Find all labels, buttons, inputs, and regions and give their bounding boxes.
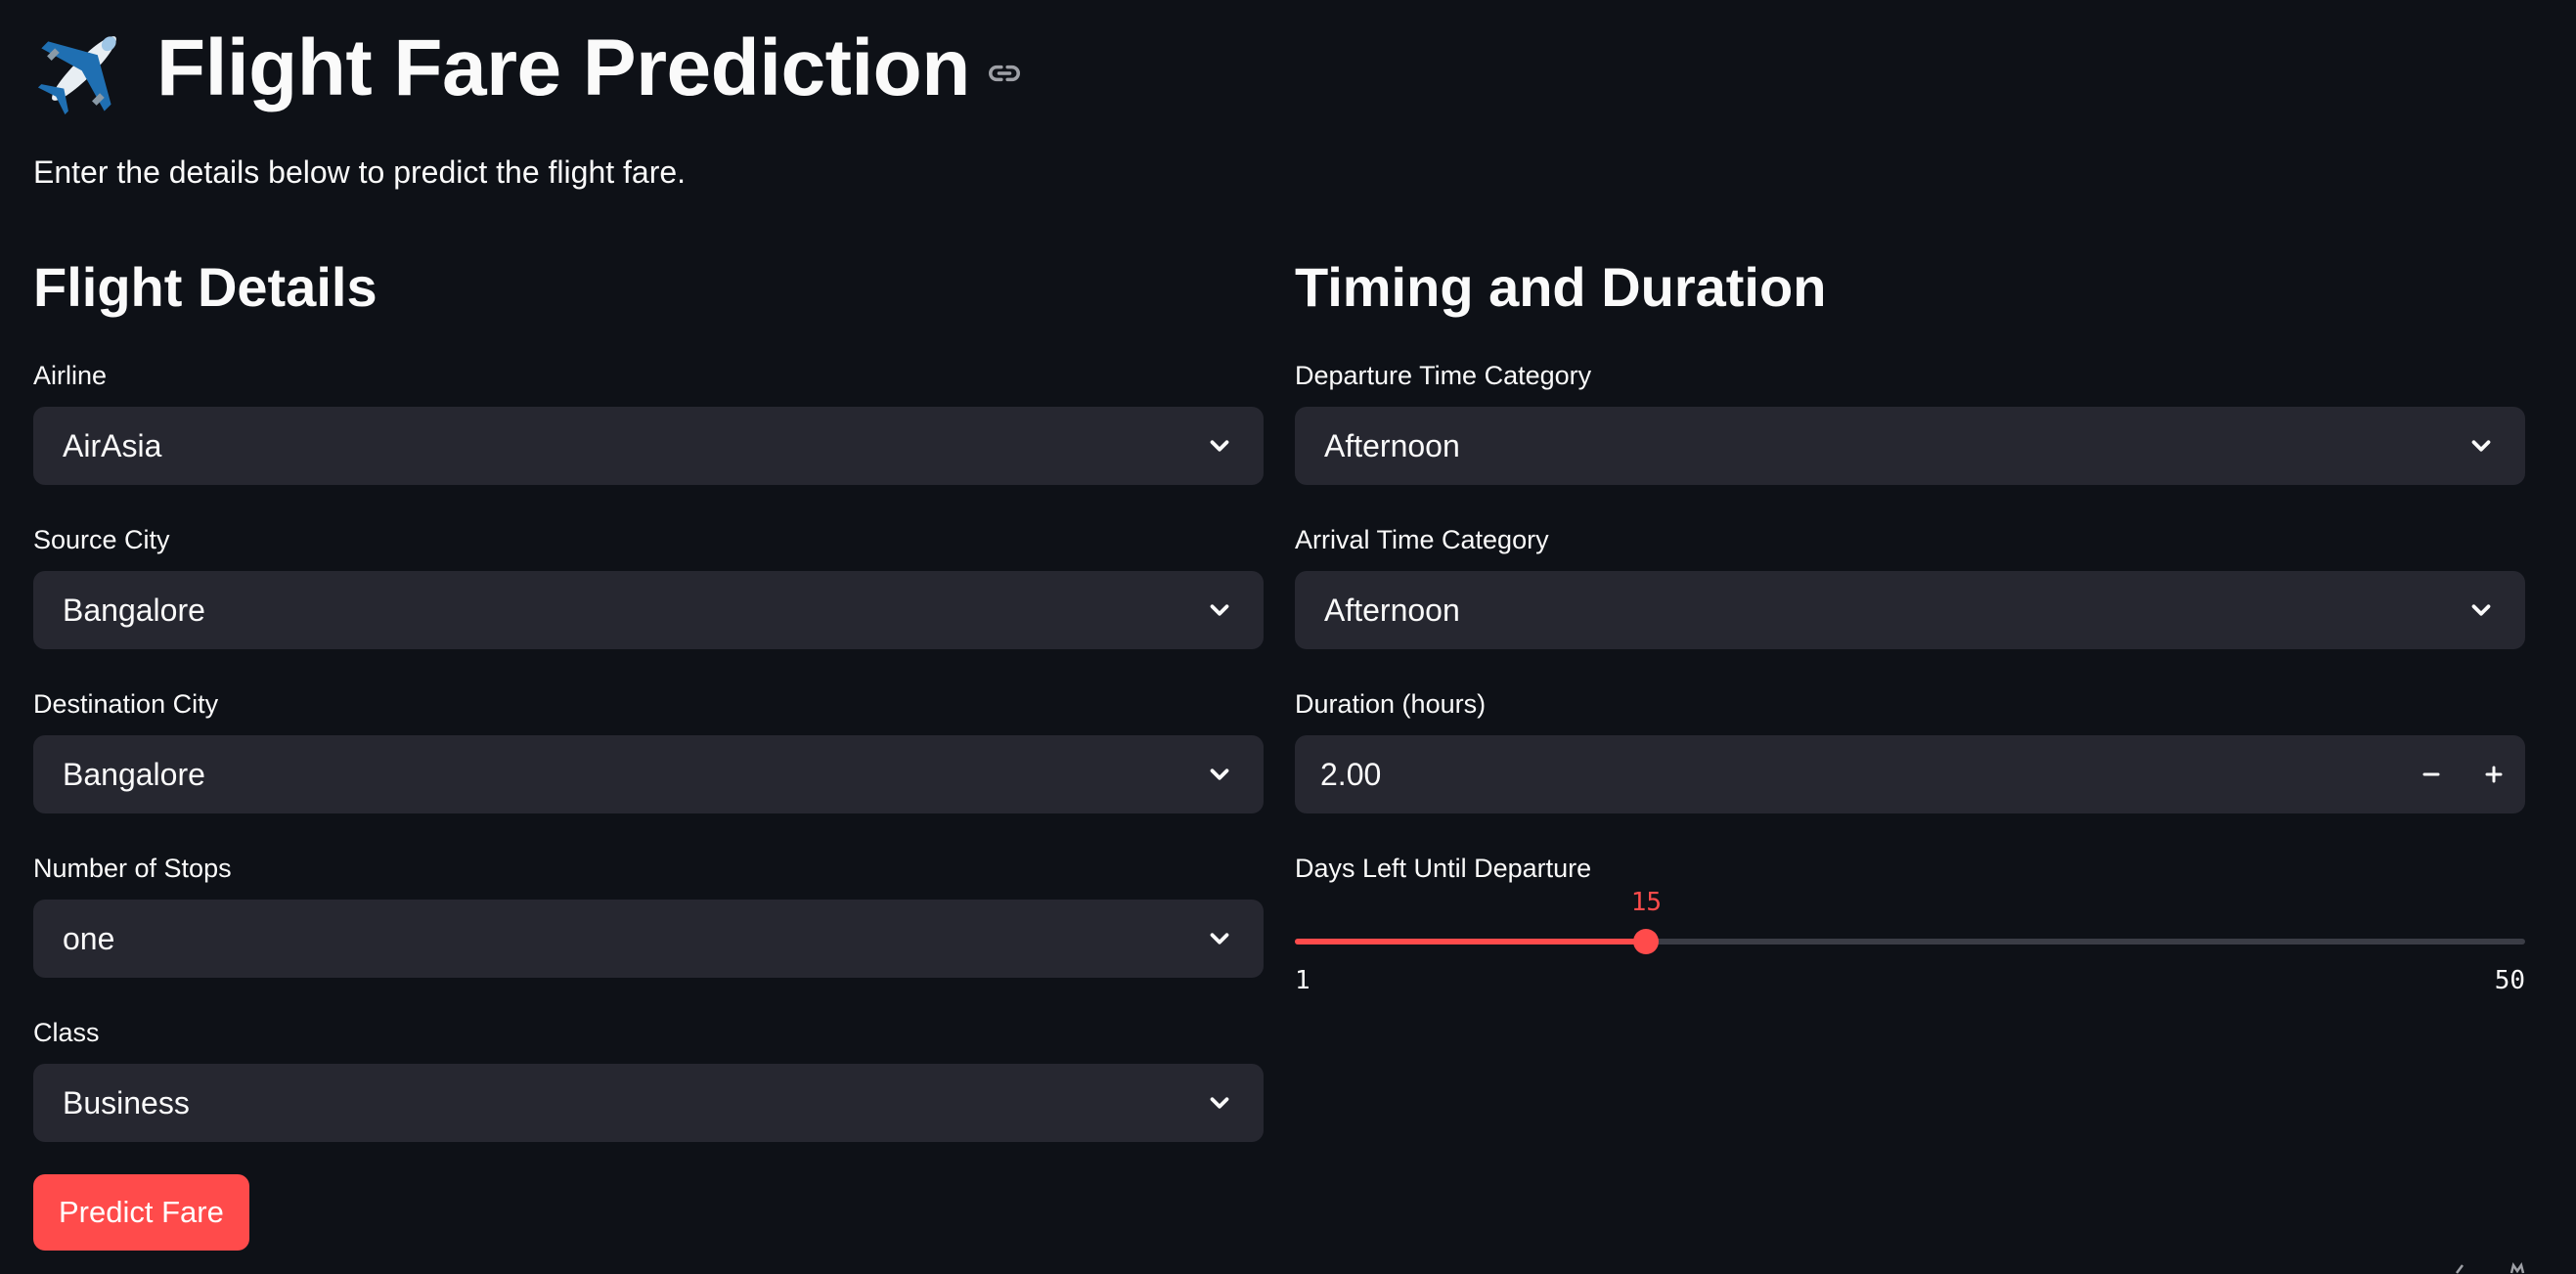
page-title: Flight Fare Prediction	[156, 23, 970, 112]
stops-label: Number of Stops	[33, 854, 232, 883]
days-left-label: Days Left Until Departure	[1295, 854, 1592, 883]
class-label: Class	[33, 1018, 100, 1047]
chevron-down-icon	[1210, 604, 1229, 616]
slider-min-label: 1	[1295, 966, 1310, 995]
duration-number-input: 2.00	[1295, 735, 2525, 813]
timing-heading: Timing and Duration	[1295, 256, 1827, 318]
chevron-down-icon	[1210, 769, 1229, 780]
airplane-icon	[37, 36, 116, 115]
class-field: Class Business	[33, 1015, 1264, 1142]
decrement-button[interactable]	[2400, 735, 2463, 813]
increment-button[interactable]	[2463, 735, 2525, 813]
chevron-down-icon	[2471, 440, 2491, 452]
airline-label: Airline	[33, 361, 108, 390]
departure-time-select[interactable]: Afternoon	[1295, 407, 2525, 485]
class-value: Business	[63, 1084, 190, 1120]
page-subtitle: Enter the details below to predict the f…	[33, 154, 687, 190]
duration-label: Duration (hours)	[1295, 689, 1487, 719]
chevron-down-icon	[1210, 440, 1229, 452]
slider-max-label: 50	[2494, 966, 2525, 995]
airline-field: Airline AirAsia	[33, 358, 1264, 485]
stops-select[interactable]: one	[33, 900, 1264, 978]
slider-fill	[1295, 939, 1647, 945]
arrival-time-label: Arrival Time Category	[1295, 525, 1549, 554]
class-select[interactable]: Business	[33, 1064, 1264, 1142]
source-city-label: Source City	[33, 525, 170, 554]
departure-time-field: Departure Time Category Afternoon	[1295, 358, 2525, 485]
predict-fare-button[interactable]: Predict Fare	[33, 1174, 249, 1251]
duration-input[interactable]: 2.00	[1320, 757, 2400, 793]
departure-time-label: Departure Time Category	[1295, 361, 1592, 390]
destination-city-field: Destination City Bangalore	[33, 686, 1264, 813]
chevron-down-icon	[1210, 1097, 1229, 1109]
destination-city-value: Bangalore	[63, 756, 205, 792]
source-city-select[interactable]: Bangalore	[33, 571, 1264, 649]
arrival-time-field: Arrival Time Category Afternoon	[1295, 522, 2525, 649]
slider-thumb[interactable]	[1633, 929, 1660, 954]
airline-value: AirAsia	[63, 427, 162, 463]
minus-icon	[2422, 772, 2440, 776]
app-root: Flight Fare Prediction Enter the details…	[0, 0, 2576, 1274]
stops-field: Number of Stops one	[33, 851, 1264, 978]
days-left-field: Days Left Until Departure	[1295, 851, 2525, 886]
timing-column: Timing and Duration Departure Time Categ…	[1295, 252, 2525, 995]
source-city-field: Source City Bangalore	[33, 522, 1264, 649]
duration-field: Duration (hours) 2.00	[1295, 686, 2525, 813]
stops-value: one	[63, 920, 115, 956]
slider-current-value: 15	[1630, 888, 1663, 917]
link-icon[interactable]	[986, 55, 1023, 92]
chevron-down-icon	[2471, 604, 2491, 616]
arrival-time-select[interactable]: Afternoon	[1295, 571, 2525, 649]
title-row: Flight Fare Prediction	[33, 14, 1023, 123]
flight-details-heading: Flight Details	[33, 256, 378, 318]
plus-icon	[2485, 766, 2503, 783]
arrival-time-value: Afternoon	[1324, 592, 1460, 628]
destination-city-label: Destination City	[33, 689, 219, 719]
chevron-down-icon	[1210, 933, 1229, 945]
scroll-hint-icon	[2456, 1261, 2525, 1274]
source-city-value: Bangalore	[63, 592, 205, 628]
airline-select[interactable]: AirAsia	[33, 407, 1264, 485]
departure-time-value: Afternoon	[1324, 427, 1460, 463]
flight-details-column: Flight Details Airline AirAsia Source Ci…	[33, 252, 1264, 1142]
destination-city-select[interactable]: Bangalore	[33, 735, 1264, 813]
